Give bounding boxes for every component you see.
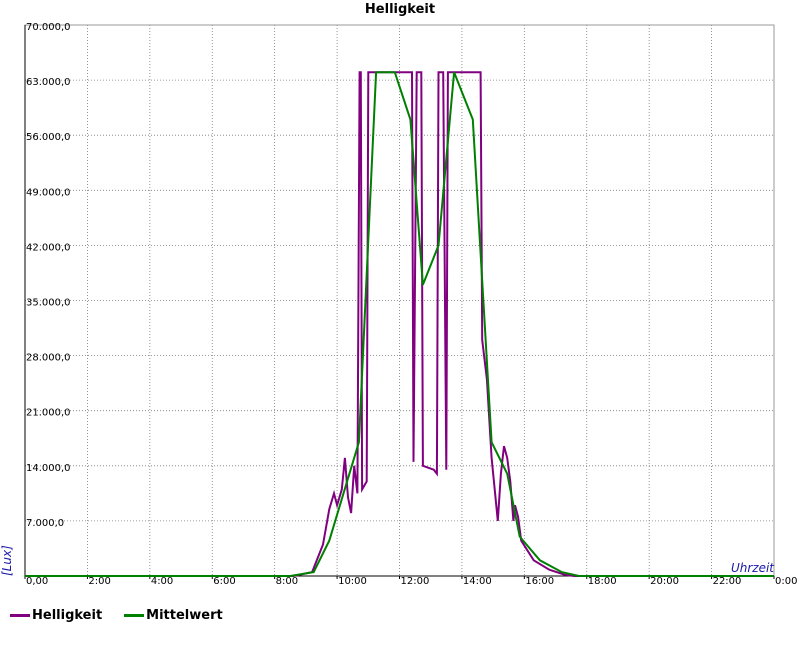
legend-item-mittelwert: Mittelwert — [124, 608, 223, 623]
x-tick-label: 6:00 — [213, 576, 235, 587]
legend-swatch — [124, 614, 145, 617]
legend-label: Mittelwert — [146, 608, 223, 623]
y-tick-label: 56.000,0 — [26, 132, 71, 143]
legend-item-helligkeit: Helligkeit — [10, 608, 102, 623]
x-tick-label: 20:00 — [650, 576, 679, 587]
x-axis-label: Uhrzeit — [731, 561, 775, 575]
y-tick-label: 63.000,0 — [26, 77, 71, 88]
x-tick-label: 12:00 — [401, 576, 430, 587]
series-line-helligkeit — [25, 71, 774, 577]
y-tick-label: 21.000,0 — [26, 408, 71, 419]
y-tick-label: 70.000,0 — [26, 22, 71, 33]
y-tick-label: 35.000,0 — [26, 298, 71, 309]
series-lines — [25, 71, 774, 577]
y-tick-label: 49.000,0 — [26, 187, 71, 198]
grid — [24, 24, 775, 576]
x-tick-labels: 0,00 2:00 4:00 6:00 8:00 10:00 12:00 14:00 16:00… — [26, 576, 797, 587]
y-tick-labels: 7.000,0 14.000,0 21.000,0 28.000,0 35.000,0 4… — [26, 22, 71, 529]
y-tick-label: 14.000,0 — [26, 463, 71, 474]
series-line-mittelwert — [25, 71, 774, 577]
y-tick-label: 7.000,0 — [26, 518, 64, 529]
chart-title: Helligkeit — [365, 2, 435, 17]
y-tick-label: 28.000,0 — [26, 353, 71, 364]
y-axis-label: [Lux] — [0, 545, 14, 576]
y-tick-label: 42.000,0 — [26, 242, 71, 253]
x-tick-label: 18:00 — [588, 576, 617, 587]
x-tick-label: 2:00 — [88, 576, 110, 587]
x-tick-label: 10:00 — [338, 576, 367, 587]
x-tick-label: 0,00 — [26, 576, 48, 587]
x-tick-label: 0:00 — [775, 576, 797, 587]
x-tick-label: 16:00 — [525, 576, 554, 587]
legend-label: Helligkeit — [32, 608, 103, 623]
legend-swatch — [10, 614, 30, 617]
x-tick-label: 22:00 — [713, 576, 742, 587]
x-tick-label: 4:00 — [151, 576, 173, 587]
chart: Helligkeit 7.000,0 14.000,0 21.000,0 28.000… — [0, 2, 797, 587]
x-tick-label: 14:00 — [463, 576, 492, 587]
legend: Helligkeit Mittelwert — [10, 608, 245, 623]
x-tick-label: 8:00 — [276, 576, 298, 587]
